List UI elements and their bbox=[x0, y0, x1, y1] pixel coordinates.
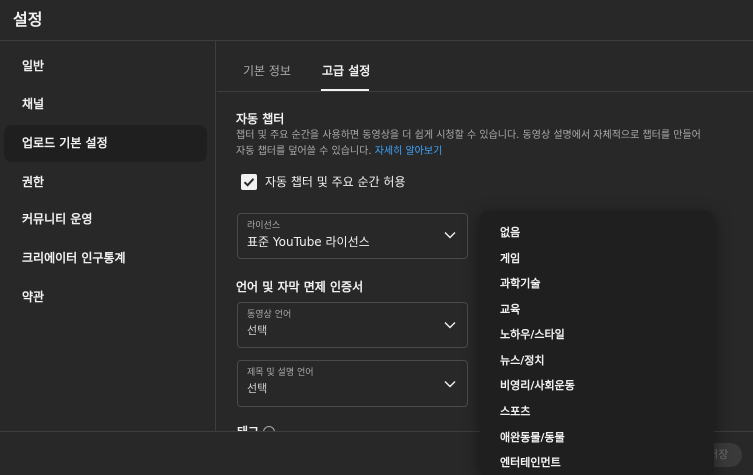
language-section-title: 언어 및 자막 면제 인증서 bbox=[236, 280, 364, 294]
category-option-science-tech[interactable]: 과학기술 bbox=[500, 275, 540, 291]
learn-more-link[interactable]: 자세히 알아보기 bbox=[375, 146, 443, 157]
description-line-1: 챕터 및 주요 순간을 사용하면 동영상을 더 쉽게 시청할 수 있습니다. 동… bbox=[236, 130, 701, 141]
sidebar-item-upload-defaults[interactable]: 업로드 기본 설정 bbox=[4, 125, 207, 162]
chevron-down-icon bbox=[444, 322, 456, 329]
video-language-label: 동영상 언어 bbox=[247, 310, 292, 320]
tab-basic-info[interactable]: 기본 정보 bbox=[243, 63, 291, 79]
category-option-sports[interactable]: 스포츠 bbox=[500, 403, 530, 419]
category-option-none[interactable]: 없음 bbox=[500, 224, 520, 240]
title-language-label: 제목 및 설명 언어 bbox=[247, 368, 314, 378]
category-option-gaming[interactable]: 게임 bbox=[500, 250, 520, 266]
license-label: 라이선스 bbox=[247, 221, 281, 231]
sidebar-item-channel[interactable]: 채널 bbox=[4, 86, 207, 123]
sidebar-item-creator-demographics[interactable]: 크리에이터 인구통계 bbox=[4, 240, 207, 277]
sidebar-item-general[interactable]: 일반 bbox=[4, 48, 207, 85]
sidebar-item-community[interactable]: 커뮤니티 운영 bbox=[4, 201, 207, 238]
category-option-education[interactable]: 교육 bbox=[500, 301, 520, 317]
tab-divider bbox=[217, 91, 753, 92]
category-option-nonprofit[interactable]: 비영리/사회운동 bbox=[500, 377, 575, 393]
tab-advanced-settings[interactable]: 고급 설정 bbox=[322, 63, 370, 79]
auto-chapters-checkbox[interactable] bbox=[241, 174, 257, 190]
dialog-title: 설정 bbox=[13, 10, 43, 29]
sidebar-item-permissions[interactable]: 권한 bbox=[4, 164, 207, 201]
auto-chapters-title: 자동 챕터 bbox=[236, 112, 285, 126]
video-language-select[interactable]: 동영상 언어 선택 bbox=[237, 302, 468, 348]
category-option-news-politics[interactable]: 뉴스/정치 bbox=[500, 352, 545, 368]
license-value: 표준 YouTube 라이선스 bbox=[247, 235, 370, 249]
category-option-pets-animals[interactable]: 애완동물/동물 bbox=[500, 429, 565, 445]
auto-chapters-checkbox-label: 자동 챕터 및 주요 순간 허용 bbox=[265, 175, 406, 189]
checkmark-icon bbox=[243, 178, 255, 187]
video-language-value: 선택 bbox=[247, 324, 268, 337]
title-language-select[interactable]: 제목 및 설명 언어 선택 bbox=[237, 360, 468, 407]
auto-chapters-description: 챕터 및 주요 순간을 사용하면 동영상을 더 쉽게 시청할 수 있습니다. 동… bbox=[236, 128, 731, 160]
title-bar: 설정 bbox=[0, 0, 753, 41]
category-option-howto-style[interactable]: 노하우/스타일 bbox=[500, 326, 565, 342]
sidebar-item-terms[interactable]: 약관 bbox=[4, 279, 207, 316]
chevron-down-icon bbox=[444, 232, 456, 239]
description-line-2: 자동 챕터를 덮어쓸 수 있습니다. bbox=[236, 146, 372, 157]
title-language-value: 선택 bbox=[247, 382, 268, 395]
active-tab-indicator bbox=[321, 89, 369, 91]
chevron-down-icon bbox=[444, 381, 456, 388]
settings-sidebar: 일반 채널 업로드 기본 설정 권한 커뮤니티 운영 크리에이터 인구통계 약관 bbox=[0, 41, 216, 431]
category-dropdown-menu: 없음 게임 과학기술 교육 노하우/스타일 뉴스/정치 비영리/사회운동 스포츠… bbox=[480, 211, 714, 475]
category-option-entertainment[interactable]: 엔터테인먼트 bbox=[500, 454, 561, 470]
license-select[interactable]: 라이선스 표준 YouTube 라이선스 bbox=[237, 213, 468, 259]
